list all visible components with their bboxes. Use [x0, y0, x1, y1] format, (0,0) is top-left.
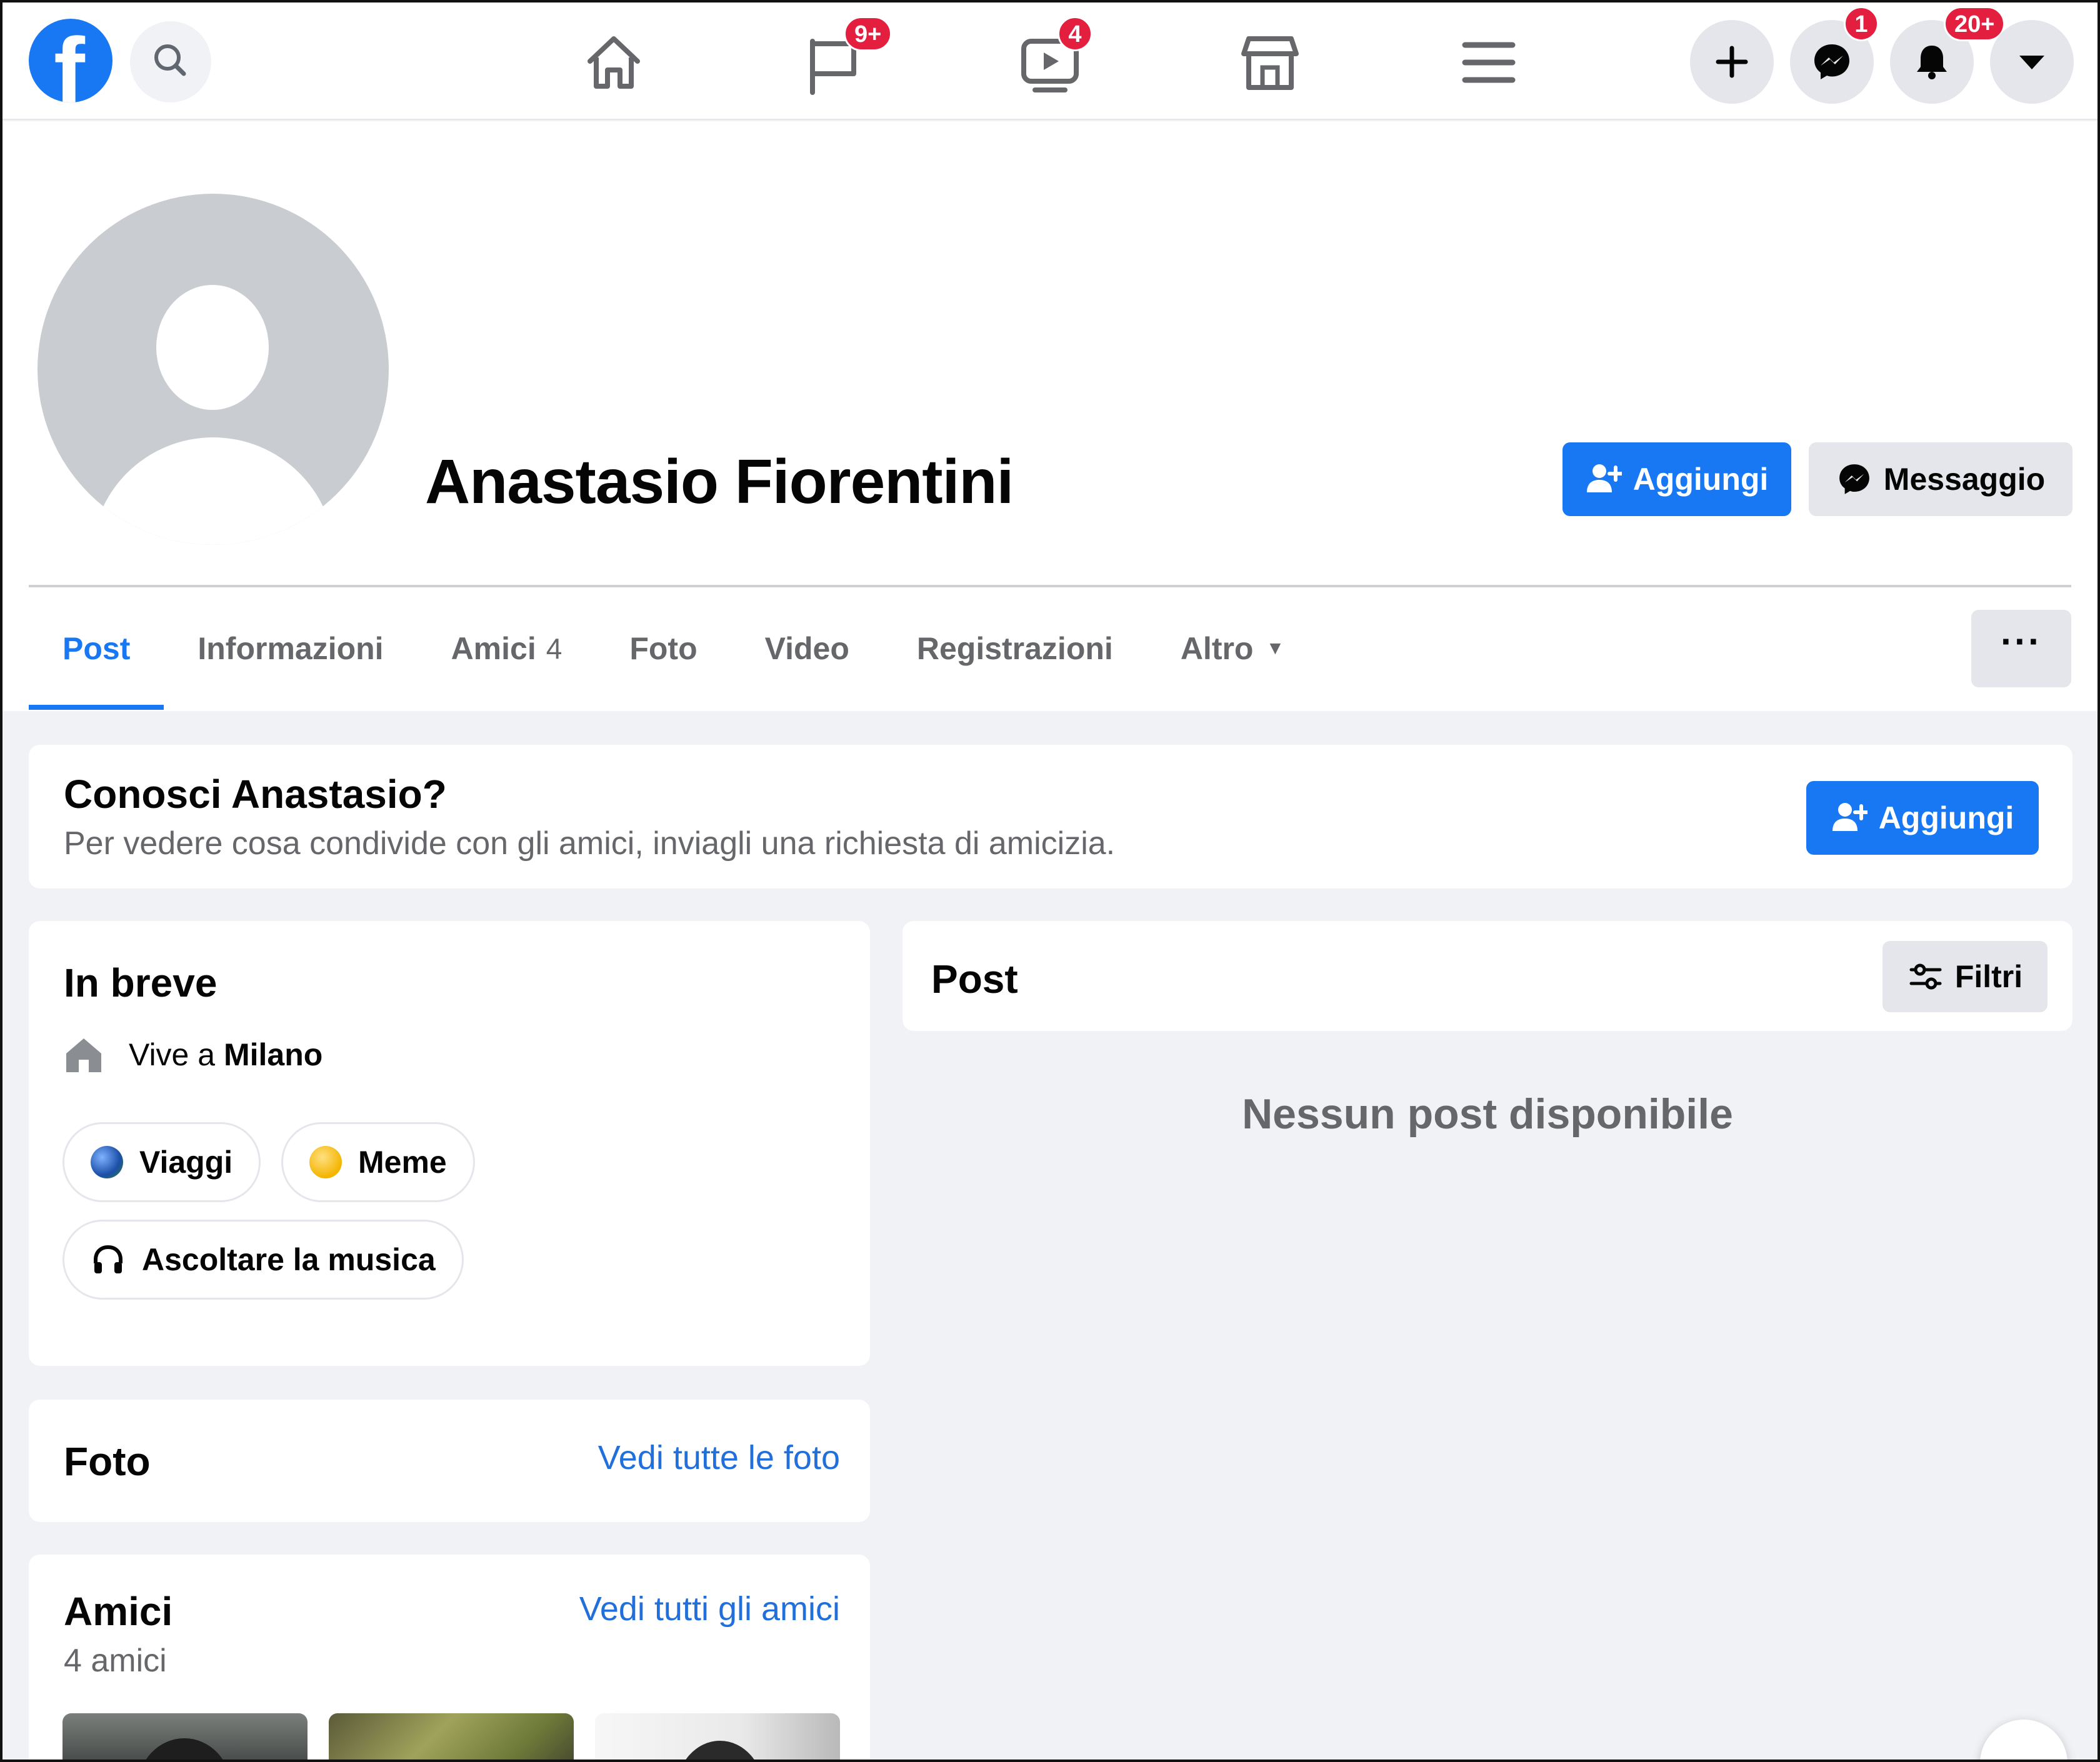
smiley-emoji-icon	[309, 1146, 342, 1178]
hobby-label: Meme	[358, 1145, 447, 1180]
see-all-photos-link[interactable]: Vedi tutte le foto	[598, 1438, 840, 1477]
search-icon	[154, 44, 186, 76]
nav-marketplace-button[interactable]	[1232, 25, 1308, 100]
filters-label: Filtri	[1954, 959, 2023, 994]
friend-request-title: Conosci Anastasio?	[64, 772, 447, 817]
friends-count: 4 amici	[64, 1643, 167, 1679]
facebook-logo-icon[interactable]: f	[29, 19, 112, 102]
nav-home-button[interactable]	[576, 25, 651, 100]
tab-informazioni[interactable]: Informazioni	[164, 587, 417, 710]
watch-badge: 4	[1058, 16, 1092, 51]
intro-card: In breve Vive a Milano Viaggi Meme Ascol…	[29, 921, 870, 1366]
home-icon	[588, 36, 640, 89]
filter-sliders-icon	[1909, 963, 1942, 990]
marketplace-store-icon	[1241, 36, 1299, 90]
profile-avatar[interactable]	[38, 194, 389, 545]
caret-down-icon: ▼	[1266, 638, 1285, 659]
tab-altro[interactable]: Altro ▼	[1147, 587, 1318, 710]
intro-title: In breve	[64, 960, 218, 1005]
top-navigation-bar: f 9+ 4 1 20+	[2, 2, 2098, 120]
profile-tabs: Post Informazioni Amici 4 Foto Video Reg…	[29, 587, 1318, 710]
tab-label: Amici	[451, 631, 536, 666]
no-posts-message: Nessun post disponibile	[1242, 1090, 1733, 1138]
plus-icon	[1716, 46, 1748, 78]
tab-label: Altro	[1180, 631, 1254, 666]
photos-card: Foto Vedi tutte le foto	[29, 1400, 870, 1522]
create-button[interactable]	[1690, 20, 1774, 104]
friends-title: Amici	[64, 1589, 173, 1634]
message-button[interactable]: Messaggio	[1809, 442, 2072, 516]
photos-title: Foto	[64, 1439, 151, 1484]
friend-thumbnail[interactable]	[595, 1713, 840, 1760]
profile-name: Anastasio Fiorentini	[425, 447, 1014, 517]
notifications-button[interactable]: 20+	[1890, 6, 2006, 104]
search-button[interactable]	[130, 21, 211, 102]
app-window: f 9+ 4 1 20+ Anastasio Fiorentini Aggiun…	[0, 0, 2100, 1762]
lives-city[interactable]: Milano	[224, 1037, 322, 1072]
tab-label: Foto	[629, 631, 698, 666]
hobby-label: Viaggi	[139, 1145, 233, 1180]
friend-request-subtitle: Per vedere cosa condivide con gli amici,…	[64, 825, 1116, 862]
bell-icon	[1917, 46, 1947, 79]
friend-thumbnail[interactable]	[62, 1713, 308, 1760]
account-menu-button[interactable]	[1990, 20, 2074, 104]
friend-thumbnail[interactable]	[329, 1713, 574, 1760]
tab-foto[interactable]: Foto	[596, 587, 731, 710]
messenger-icon	[1839, 464, 1869, 494]
friend-request-card: Conosci Anastasio? Per vedere cosa condi…	[29, 745, 2072, 888]
see-all-friends-link[interactable]: Vedi tutti gli amici	[579, 1590, 840, 1628]
tab-registrazioni[interactable]: Registrazioni	[883, 587, 1147, 710]
tab-label: Informazioni	[198, 631, 384, 666]
nav-watch-button[interactable]: 4	[1012, 16, 1092, 100]
add-friend-icon	[1586, 464, 1622, 492]
add-friend-label: Aggiungi	[1632, 462, 1769, 497]
message-label: Messaggio	[1883, 462, 2046, 497]
posts-title: Post	[931, 957, 1018, 1002]
caret-down-icon	[2019, 56, 2044, 69]
headphones-icon	[94, 1245, 122, 1273]
hobby-chip-viaggi[interactable]: Viaggi	[62, 1122, 261, 1202]
lives-prefix: Vive a	[129, 1037, 216, 1072]
hamburger-menu-icon	[1462, 42, 1516, 83]
tab-label: Post	[62, 631, 131, 666]
posts-header-card: Post Filtri	[902, 921, 2072, 1031]
tab-amici[interactable]: Amici 4	[418, 587, 596, 710]
tab-video[interactable]: Video	[731, 587, 883, 710]
messenger-button[interactable]: 1	[1790, 6, 1879, 104]
hobby-label: Ascoltare la musica	[142, 1242, 436, 1277]
more-options-button[interactable]: ···	[1971, 610, 2071, 687]
tab-label: Registrazioni	[916, 631, 1113, 666]
hobby-chip-meme[interactable]: Meme	[281, 1122, 475, 1202]
nav-pages-button[interactable]: 9+	[796, 16, 892, 100]
messenger-icon	[1814, 44, 1849, 79]
add-friend-icon	[1832, 803, 1868, 831]
tab-count: 4	[546, 632, 562, 665]
add-friend-button[interactable]: Aggiungi	[1562, 442, 1791, 516]
house-icon	[66, 1038, 101, 1072]
add-friend-label: Aggiungi	[1878, 800, 2014, 835]
profile-header: Anastasio Fiorentini Aggiungi Messaggio …	[2, 121, 2098, 711]
notifications-badge: 20+	[1944, 6, 2006, 41]
globe-emoji-icon	[91, 1146, 123, 1178]
nav-menu-button[interactable]	[1451, 25, 1526, 100]
filters-button[interactable]: Filtri	[1882, 941, 2048, 1012]
hobby-chip-music[interactable]: Ascoltare la musica	[62, 1220, 464, 1300]
lives-in-row: Vive a Milano	[64, 1035, 322, 1075]
tab-label: Video	[764, 631, 849, 666]
add-friend-button[interactable]: Aggiungi	[1806, 781, 2039, 855]
tab-post[interactable]: Post	[29, 587, 164, 710]
pages-badge: 9+	[844, 16, 892, 51]
messenger-badge: 1	[1844, 6, 1879, 41]
new-message-floating-button[interactable]	[1980, 1720, 2068, 1760]
